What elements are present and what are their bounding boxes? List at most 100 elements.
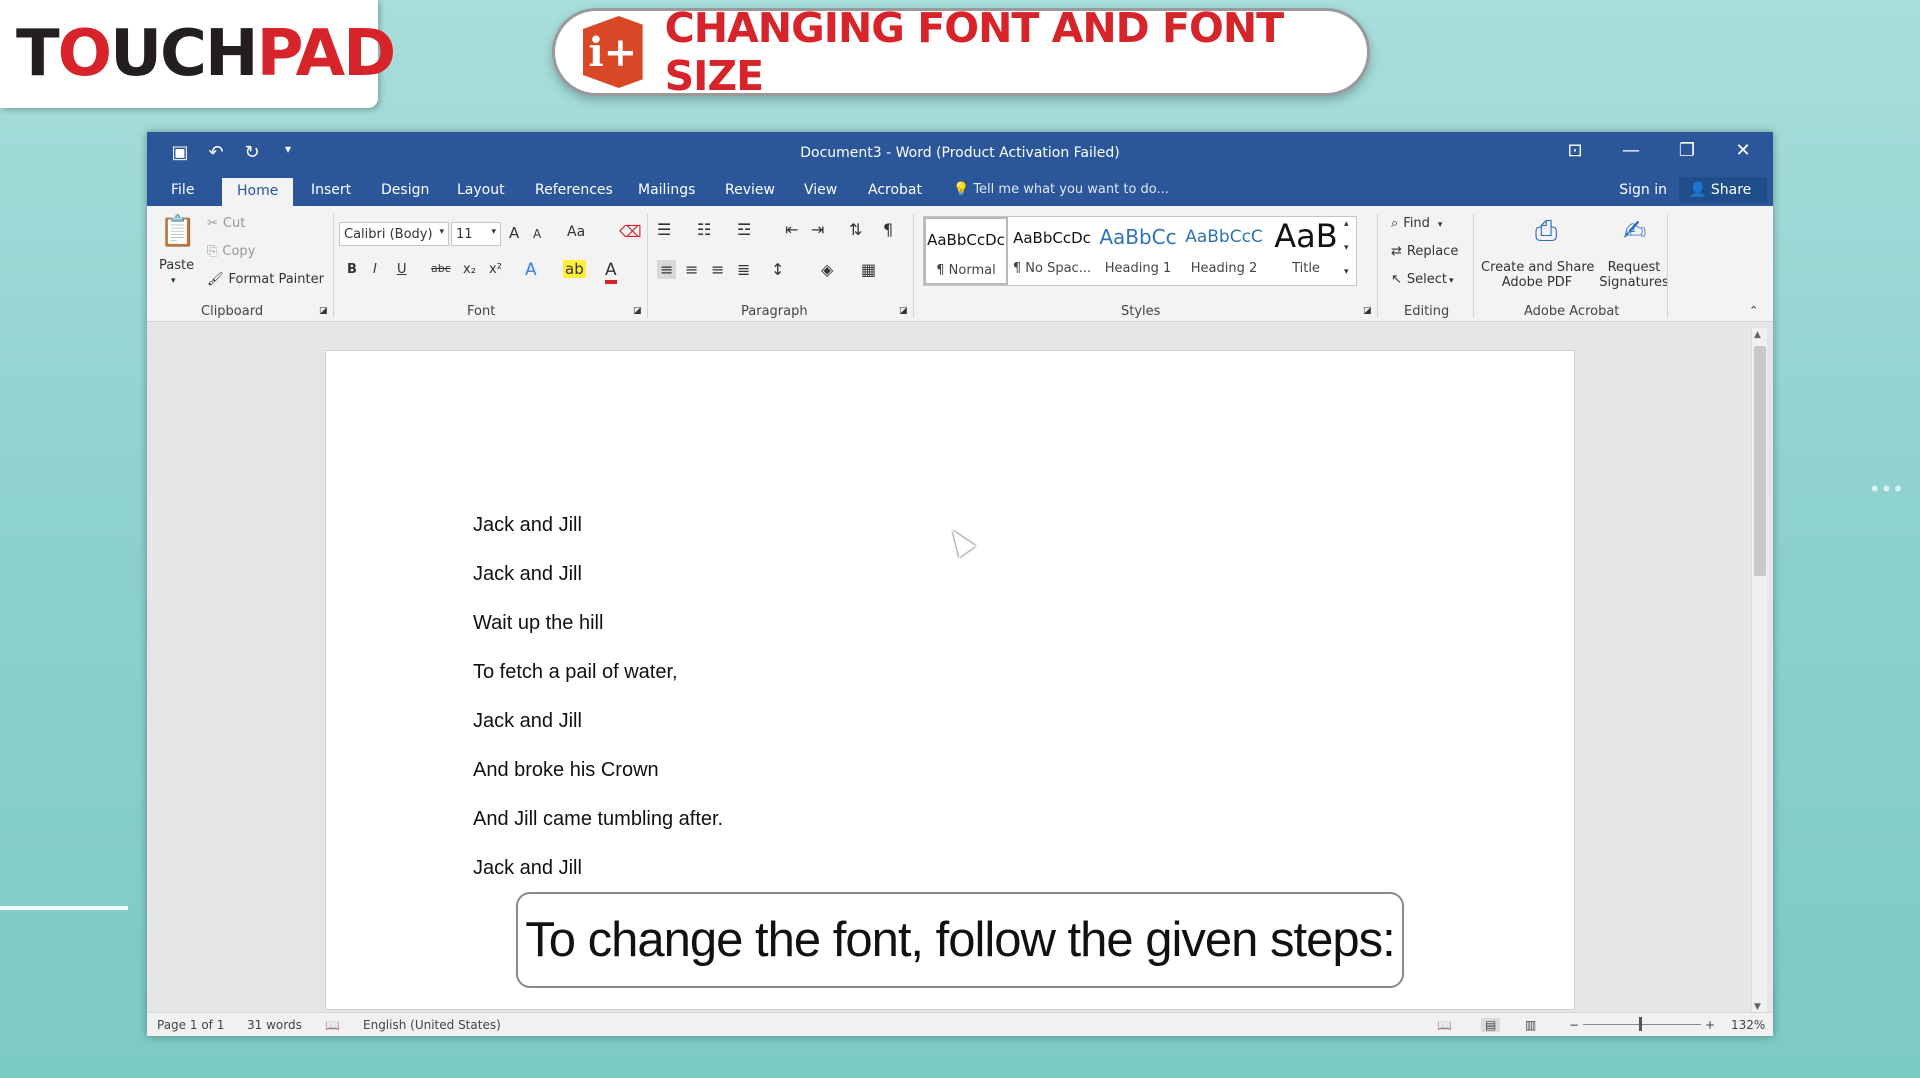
superscript-icon[interactable]: x² — [489, 262, 502, 277]
styles-scroll-up-icon[interactable]: ▴ — [1344, 219, 1349, 229]
style-no-spacing[interactable]: AaBbCcDc ¶ No Spac... — [1010, 217, 1094, 285]
doc-line[interactable]: Jack and Jill — [473, 857, 582, 880]
styles-launcher-icon[interactable]: ◪ — [1363, 306, 1372, 316]
grow-font-button[interactable]: A — [509, 224, 519, 242]
word-count[interactable]: 31 words — [247, 1018, 302, 1032]
style-title[interactable]: AaB Title — [1264, 217, 1348, 285]
doc-line[interactable]: Jack and Jill — [473, 710, 582, 733]
minimize-icon[interactable]: — — [1617, 140, 1645, 161]
zoom-slider[interactable] — [1583, 1024, 1701, 1025]
instruction-caption: To change the font, follow the given ste… — [516, 892, 1404, 988]
replace-icon: ⇄ — [1391, 244, 1402, 259]
tab-mailings[interactable]: Mailings — [638, 182, 695, 198]
style-heading-1[interactable]: AaBbCc Heading 1 — [1096, 217, 1180, 285]
restore-icon[interactable]: ❐ — [1673, 140, 1701, 161]
replace-button[interactable]: ⇄ Replace — [1391, 244, 1458, 259]
highlight-icon[interactable]: ab — [563, 260, 586, 278]
justify-icon[interactable]: ≣ — [737, 260, 750, 279]
underline-icon[interactable]: U — [397, 262, 407, 277]
tab-file[interactable]: File — [171, 182, 194, 198]
shrink-font-button[interactable]: A — [533, 227, 541, 241]
zoom-slider-thumb[interactable] — [1639, 1017, 1642, 1031]
borders-icon[interactable]: ▦ — [861, 260, 876, 279]
font-color-icon[interactable]: A — [605, 260, 617, 284]
align-left-icon[interactable]: ≡ — [657, 260, 677, 279]
copy-button[interactable]: ⎘ Copy — [207, 244, 255, 259]
bold-icon[interactable]: B — [347, 262, 357, 277]
decrease-indent-icon[interactable]: ⇤ — [785, 220, 798, 239]
font-size-box[interactable]: 11 ▾ — [451, 222, 501, 246]
copy-icon: ⎘ — [207, 244, 218, 259]
tab-acrobat[interactable]: Acrobat — [868, 182, 922, 198]
read-mode-icon[interactable]: 📖 — [1437, 1018, 1452, 1032]
proofing-icon[interactable]: 📖 — [325, 1018, 340, 1032]
find-button[interactable]: ⌕ Find ▾ — [1391, 216, 1442, 231]
line-spacing-icon[interactable]: ↕ — [771, 260, 784, 279]
create-share-pdf-button[interactable]: Create and Share Adobe PDF — [1481, 260, 1594, 290]
doc-line[interactable]: And Jill came tumbling after. — [473, 808, 723, 831]
print-layout-icon[interactable]: ▤ — [1481, 1018, 1501, 1032]
tab-design[interactable]: Design — [381, 182, 429, 198]
styles-scroll-down-icon[interactable]: ▾ — [1344, 243, 1349, 253]
style-normal[interactable]: AaBbCcDc ¶ Normal — [924, 217, 1008, 285]
numbering-icon[interactable]: ☷ — [697, 220, 711, 239]
zoom-out-icon[interactable]: − — [1569, 1018, 1579, 1032]
request-signatures-icon[interactable]: ✍ — [1623, 214, 1646, 247]
tab-view[interactable]: View — [804, 182, 837, 198]
show-marks-icon[interactable]: ¶ — [883, 220, 893, 239]
language-indicator[interactable]: English (United States) — [363, 1018, 501, 1032]
clipboard-launcher-icon[interactable]: ◪ — [319, 306, 328, 316]
page-count[interactable]: Page 1 of 1 — [157, 1018, 224, 1032]
strikethrough-icon[interactable]: abc — [431, 262, 451, 275]
zoom-level[interactable]: 132% — [1731, 1018, 1765, 1032]
doc-line[interactable]: And broke his Crown — [473, 759, 659, 782]
sort-icon[interactable]: ⇅ — [849, 220, 862, 239]
font-name-box[interactable]: Calibri (Body) ▾ — [339, 222, 449, 246]
paragraph-launcher-icon[interactable]: ◪ — [899, 306, 908, 316]
tab-review[interactable]: Review — [725, 182, 775, 198]
scroll-thumb[interactable] — [1754, 346, 1766, 576]
paste-icon[interactable]: 📋 — [159, 214, 196, 249]
tab-insert[interactable]: Insert — [311, 182, 351, 198]
tab-home[interactable]: Home — [222, 178, 294, 206]
bullets-icon[interactable]: ☰ — [657, 220, 671, 239]
web-layout-icon[interactable]: ▥ — [1525, 1018, 1536, 1032]
styles-more-icon[interactable]: ▾ — [1344, 267, 1349, 277]
change-case-button[interactable]: Aa — [567, 224, 585, 240]
paste-button[interactable]: Paste — [159, 258, 194, 273]
doc-line[interactable]: Jack and Jill — [473, 563, 582, 586]
request-signatures-button[interactable]: Request Signatures — [1595, 260, 1673, 290]
close-icon[interactable]: ✕ — [1729, 140, 1757, 161]
shading-icon[interactable]: ◈ — [821, 260, 833, 279]
text-effects-icon[interactable]: A — [525, 260, 537, 280]
clear-formatting-icon[interactable]: ⌫ — [619, 222, 642, 241]
create-pdf-icon[interactable]: ⎙ — [1535, 214, 1557, 248]
scroll-up-icon[interactable]: ▲ — [1754, 330, 1761, 340]
doc-line[interactable]: Wait up the hill — [473, 612, 603, 635]
italic-icon[interactable]: I — [373, 262, 377, 277]
subscript-icon[interactable]: x₂ — [463, 262, 476, 277]
align-right-icon[interactable]: ≡ — [711, 260, 724, 279]
increase-indent-icon[interactable]: ⇥ — [811, 220, 824, 239]
align-center-icon[interactable]: ≡ — [685, 260, 698, 279]
ribbon-display-icon[interactable]: ⊡ — [1561, 140, 1589, 161]
share-button[interactable]: 👤 Share — [1679, 177, 1767, 203]
zoom-in-icon[interactable]: + — [1705, 1018, 1715, 1032]
tab-layout[interactable]: Layout — [457, 182, 505, 198]
cut-button[interactable]: ✂ Cut — [207, 216, 245, 231]
doc-line[interactable]: To fetch a pail of water, — [473, 661, 678, 684]
tell-me-box[interactable]: 💡 Tell me what you want to do... — [953, 182, 1169, 197]
collapse-ribbon-icon[interactable]: ⌃ — [1749, 304, 1758, 317]
paste-dropdown-icon[interactable]: ▾ — [171, 276, 176, 286]
tab-references[interactable]: References — [535, 182, 613, 198]
editing-group-label: Editing — [1404, 304, 1450, 319]
font-launcher-icon[interactable]: ◪ — [633, 306, 642, 316]
sign-in-link[interactable]: Sign in — [1619, 182, 1667, 198]
style-heading-2[interactable]: AaBbCcC Heading 2 — [1182, 217, 1266, 285]
multilevel-list-icon[interactable]: ☲ — [737, 220, 751, 239]
doc-line[interactable]: Jack and Jill — [473, 514, 582, 537]
scroll-down-icon[interactable]: ▼ — [1754, 1002, 1761, 1012]
format-painter-button[interactable]: 🖌 Format Painter — [207, 272, 324, 287]
vertical-scrollbar[interactable]: ▲ ▼ — [1751, 328, 1767, 1014]
select-button[interactable]: ↖ Select ▾ — [1391, 272, 1454, 287]
